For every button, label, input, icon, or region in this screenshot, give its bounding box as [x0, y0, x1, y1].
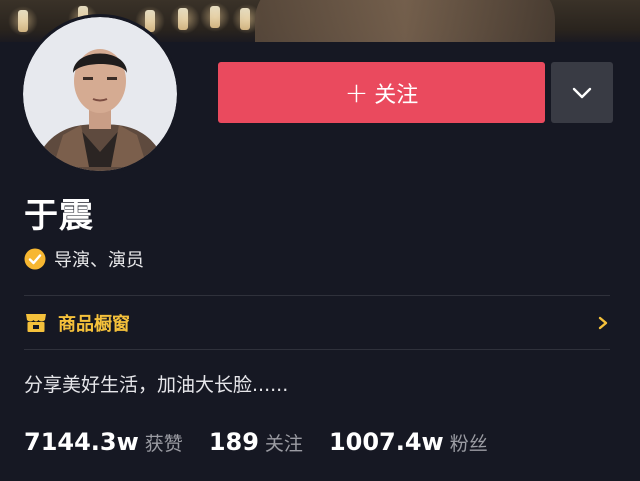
stat-followers[interactable]: 1007.4w 粉丝 [329, 428, 488, 456]
chevron-down-icon [572, 87, 592, 98]
profile-name: 于震 [24, 196, 94, 236]
shop-window-entry[interactable]: 商品橱窗 [24, 306, 614, 340]
follow-button-label: 关注 [374, 82, 419, 108]
plus-icon: + [344, 76, 369, 109]
stat-likes-value: 7144.3w [24, 428, 139, 456]
shop-window-label: 商品橱窗 [58, 314, 130, 335]
stat-likes-label: 获赞 [144, 433, 183, 455]
profile-stats: 7144.3w 获赞 189 关注 1007.4w 粉丝 [24, 428, 514, 456]
stat-followers-label: 粉丝 [449, 433, 488, 455]
verified-info: 导演、演员 [24, 246, 144, 272]
divider [24, 295, 610, 296]
divider [24, 349, 610, 350]
stat-following-label: 关注 [264, 433, 303, 455]
more-options-button[interactable] [551, 62, 613, 123]
verified-title: 导演、演员 [54, 250, 144, 271]
verified-check-icon [24, 248, 46, 270]
profile-bio: 分享美好生活，加油大长脸...... [24, 374, 289, 396]
stat-followers-value: 1007.4w [328, 428, 444, 456]
stat-following[interactable]: 189 关注 [209, 428, 303, 456]
stat-following-value: 189 [208, 428, 259, 456]
follow-button[interactable]: + 关注 [218, 62, 545, 123]
storefront-icon [26, 314, 46, 332]
avatar[interactable] [20, 14, 180, 174]
chevron-right-icon [598, 316, 608, 330]
stat-likes[interactable]: 7144.3w 获赞 [24, 428, 183, 456]
